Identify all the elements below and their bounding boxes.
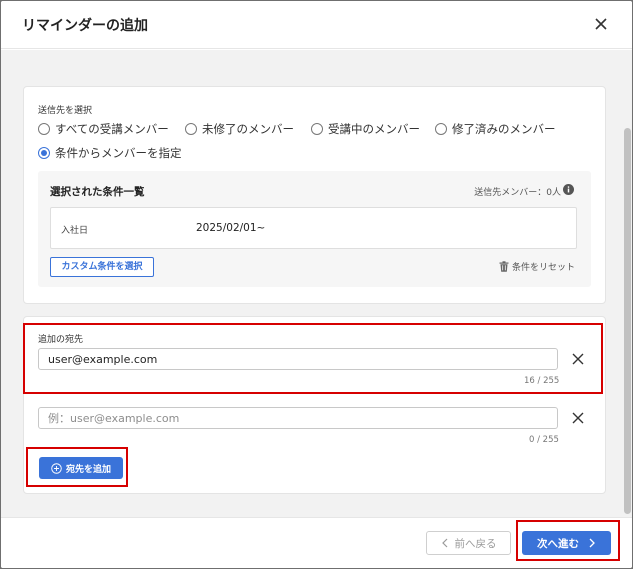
condition-list: 入社日 2025/02/01~ bbox=[50, 207, 577, 249]
reminder-modal: リマインダーの追加 送信先を選択 すべての受講メンバー 未修了のメンバー 受講中… bbox=[1, 1, 632, 568]
add-recipient-button[interactable]: 宛先を追加 bbox=[39, 457, 123, 479]
conditions-panel: 選択された条件一覧 送信先メンバー：0人 入社日 2025/02/01~ カスタ… bbox=[38, 171, 591, 287]
radio-in-progress-members-circle[interactable] bbox=[311, 123, 323, 135]
prev-label: 前へ戻る bbox=[454, 537, 497, 550]
conditions-title: 選択された条件一覧 bbox=[50, 186, 145, 198]
close-icon[interactable] bbox=[571, 352, 585, 366]
recipient-section-label: 送信先を選択 bbox=[38, 106, 93, 116]
modal-header: リマインダーの追加 bbox=[1, 1, 632, 49]
close-icon[interactable] bbox=[571, 411, 585, 425]
custom-condition-button[interactable]: カスタム条件を選択 bbox=[50, 257, 154, 277]
radio-label: 修了済みのメンバー bbox=[452, 122, 556, 136]
recipient-count: 送信先メンバー：0人 bbox=[474, 188, 561, 198]
chevron-right-icon bbox=[589, 538, 595, 548]
radio-label: すべての受講メンバー bbox=[55, 122, 169, 136]
reset-label: 条件をリセット bbox=[511, 263, 575, 273]
extra-recipient-input-1[interactable] bbox=[38, 348, 558, 370]
recipient-selection-card: 送信先を選択 すべての受講メンバー 未修了のメンバー 受講中のメンバー 修了済み… bbox=[23, 86, 606, 304]
char-counter: 0 / 255 bbox=[529, 435, 559, 445]
radio-label: 未修了のメンバー bbox=[202, 122, 294, 136]
radio-incomplete-members-circle[interactable] bbox=[185, 123, 197, 135]
condition-value: 2025/02/01~ bbox=[196, 222, 266, 234]
modal-body: 送信先を選択 すべての受講メンバー 未修了のメンバー 受講中のメンバー 修了済み… bbox=[1, 50, 632, 517]
radio-completed-members[interactable]: 修了済みのメンバー bbox=[435, 121, 556, 137]
extra-recipient-input-2[interactable] bbox=[38, 407, 558, 429]
scrollbar-thumb[interactable] bbox=[624, 128, 631, 514]
radio-label: 条件からメンバーを指定 bbox=[55, 146, 182, 160]
radio-all-members-circle[interactable] bbox=[38, 123, 50, 135]
prev-button[interactable]: 前へ戻る bbox=[426, 531, 511, 555]
condition-key: 入社日 bbox=[61, 226, 89, 236]
add-recipient-label: 宛先を追加 bbox=[65, 464, 111, 475]
radio-in-progress-members[interactable]: 受講中のメンバー bbox=[311, 121, 420, 137]
chevron-left-icon bbox=[441, 538, 447, 548]
modal-title: リマインダーの追加 bbox=[22, 18, 148, 34]
extra-recipients-card: 追加の宛先 16 / 255 0 / 255 宛先を追加 bbox=[23, 316, 606, 494]
radio-label: 受講中のメンバー bbox=[328, 122, 420, 136]
plus-circle-icon bbox=[51, 462, 62, 474]
radio-completed-members-circle[interactable] bbox=[435, 123, 447, 135]
close-icon[interactable] bbox=[592, 15, 610, 33]
radio-incomplete-members[interactable]: 未修了のメンバー bbox=[185, 121, 294, 137]
trash-icon bbox=[499, 261, 509, 272]
next-button[interactable]: 次へ進む bbox=[522, 531, 611, 555]
info-icon[interactable] bbox=[563, 184, 574, 195]
radio-condition-members[interactable]: 条件からメンバーを指定 bbox=[38, 145, 182, 161]
radio-all-members[interactable]: すべての受講メンバー bbox=[38, 121, 169, 137]
reset-conditions-button[interactable]: 条件をリセット bbox=[499, 260, 575, 273]
next-label: 次へ進む bbox=[537, 537, 579, 550]
modal-footer: 前へ戻る 次へ進む bbox=[1, 517, 632, 568]
radio-condition-members-circle[interactable] bbox=[38, 147, 50, 159]
char-counter: 16 / 255 bbox=[524, 376, 560, 386]
extra-recipients-label: 追加の宛先 bbox=[38, 335, 84, 345]
scrollbar-track[interactable] bbox=[622, 50, 632, 517]
